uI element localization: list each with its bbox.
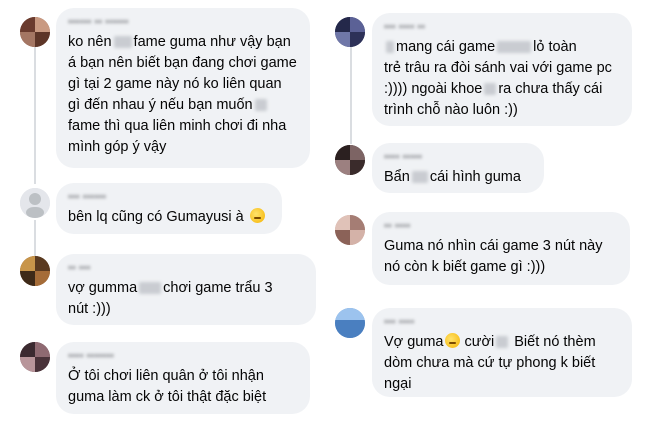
commenter-avatar[interactable] bbox=[20, 342, 50, 372]
commenter-avatar[interactable] bbox=[335, 145, 365, 175]
avatar-icon bbox=[335, 215, 350, 230]
redacted-word bbox=[113, 36, 132, 49]
comment-bubble[interactable]: ▪▪▪ ▪▪▪▪▪▪ bên lq cũng có Gumayusi à bbox=[56, 183, 282, 234]
comment-text: Guma nó nhìn cái game 3 nút này nó còn k… bbox=[384, 238, 603, 275]
comment-text: mang cái game lỏ toàn trẻ trâu ra đòi sán… bbox=[384, 39, 612, 118]
comment-bubble[interactable]: ▪▪▪▪ ▪▪▪▪▪ Bẩn cái hình guma bbox=[372, 143, 544, 193]
redacted-word bbox=[496, 336, 509, 349]
comment-text: Ở tôi chơi liên quân ở tôi nhận guma làm… bbox=[68, 368, 267, 405]
commenter-name[interactable]: ▪▪▪ ▪▪▪▪ ▪▪ bbox=[384, 20, 620, 34]
avatar-icon bbox=[335, 17, 350, 32]
commenter-avatar[interactable] bbox=[335, 17, 365, 47]
thread-line bbox=[350, 44, 352, 144]
default-avatar-icon bbox=[20, 188, 50, 218]
comment-text: Vợ guma cười Biết nó thèm dòm chưa mà cứ… bbox=[384, 333, 596, 392]
redacted-word bbox=[484, 83, 497, 96]
redacted-word bbox=[386, 41, 394, 54]
avatar-icon bbox=[20, 342, 35, 357]
avatar-icon bbox=[20, 256, 35, 271]
commenter-name[interactable]: ▪▪▪ ▪▪▪▪▪▪ bbox=[68, 190, 270, 204]
redacted-word bbox=[411, 171, 428, 184]
commenter-name[interactable]: ▪▪▪ ▪▪▪▪ bbox=[384, 315, 620, 329]
comment-bubble[interactable]: ▪▪ ▪▪▪▪ Guma nó nhìn cái game 3 nút này … bbox=[372, 212, 630, 285]
commenter-name[interactable]: ▪▪▪▪ ▪▪▪▪▪ bbox=[384, 150, 532, 164]
comment-bubble[interactable]: ▪▪▪ ▪▪▪▪ ▪▪ mang cái game lỏ toàn trẻ trâ… bbox=[372, 13, 632, 126]
redacted-word bbox=[139, 282, 162, 295]
thread-line bbox=[34, 46, 36, 184]
comment-bubble[interactable]: ▪▪▪▪▪▪ ▪▪ ▪▪▪▪▪▪ ko nên fame guma như vậy… bbox=[56, 8, 310, 168]
comment-bubble[interactable]: ▪▪▪▪ ▪▪▪▪▪▪▪ Ở tôi chơi liên quân ở tôi … bbox=[56, 342, 310, 414]
commenter-name[interactable]: ▪▪ ▪▪▪▪ bbox=[384, 219, 618, 233]
commenter-avatar[interactable] bbox=[335, 308, 365, 338]
comment-text: bên lq cũng có Gumayusi à bbox=[68, 207, 270, 228]
comment-bubble[interactable]: ▪▪▪ ▪▪▪▪ Vợ guma cười Biết nó thèm dòm c… bbox=[372, 308, 632, 397]
thread-line bbox=[34, 220, 36, 256]
commenter-name[interactable]: ▪▪▪▪ ▪▪▪▪▪▪▪ bbox=[68, 349, 298, 363]
avatar-icon bbox=[20, 17, 35, 32]
commenter-avatar[interactable] bbox=[20, 188, 50, 218]
commenter-name[interactable]: ▪▪ ▪▪▪ bbox=[68, 261, 304, 275]
redacted-word bbox=[254, 99, 267, 112]
commenter-avatar[interactable] bbox=[20, 256, 50, 286]
avatar-icon bbox=[335, 308, 365, 320]
comment-text: Bẩn cái hình guma bbox=[384, 169, 521, 185]
thinking-emoji-icon bbox=[249, 208, 265, 223]
comment-text: ko nên fame guma như vậy bạn á bạn nên bi… bbox=[68, 34, 297, 155]
commenter-name[interactable]: ▪▪▪▪▪▪ ▪▪ ▪▪▪▪▪▪ bbox=[68, 15, 298, 29]
redacted-word bbox=[497, 41, 532, 54]
comment-bubble[interactable]: ▪▪ ▪▪▪ vợ gumma chơi game trẩu 3 nút :))) bbox=[56, 254, 316, 325]
avatar-icon bbox=[335, 145, 350, 160]
laughing-emoji-icon bbox=[445, 333, 461, 348]
commenter-avatar[interactable] bbox=[335, 215, 365, 245]
comment-text: vợ gumma chơi game trẩu 3 nút :))) bbox=[68, 280, 273, 317]
commenter-avatar[interactable] bbox=[20, 17, 50, 47]
